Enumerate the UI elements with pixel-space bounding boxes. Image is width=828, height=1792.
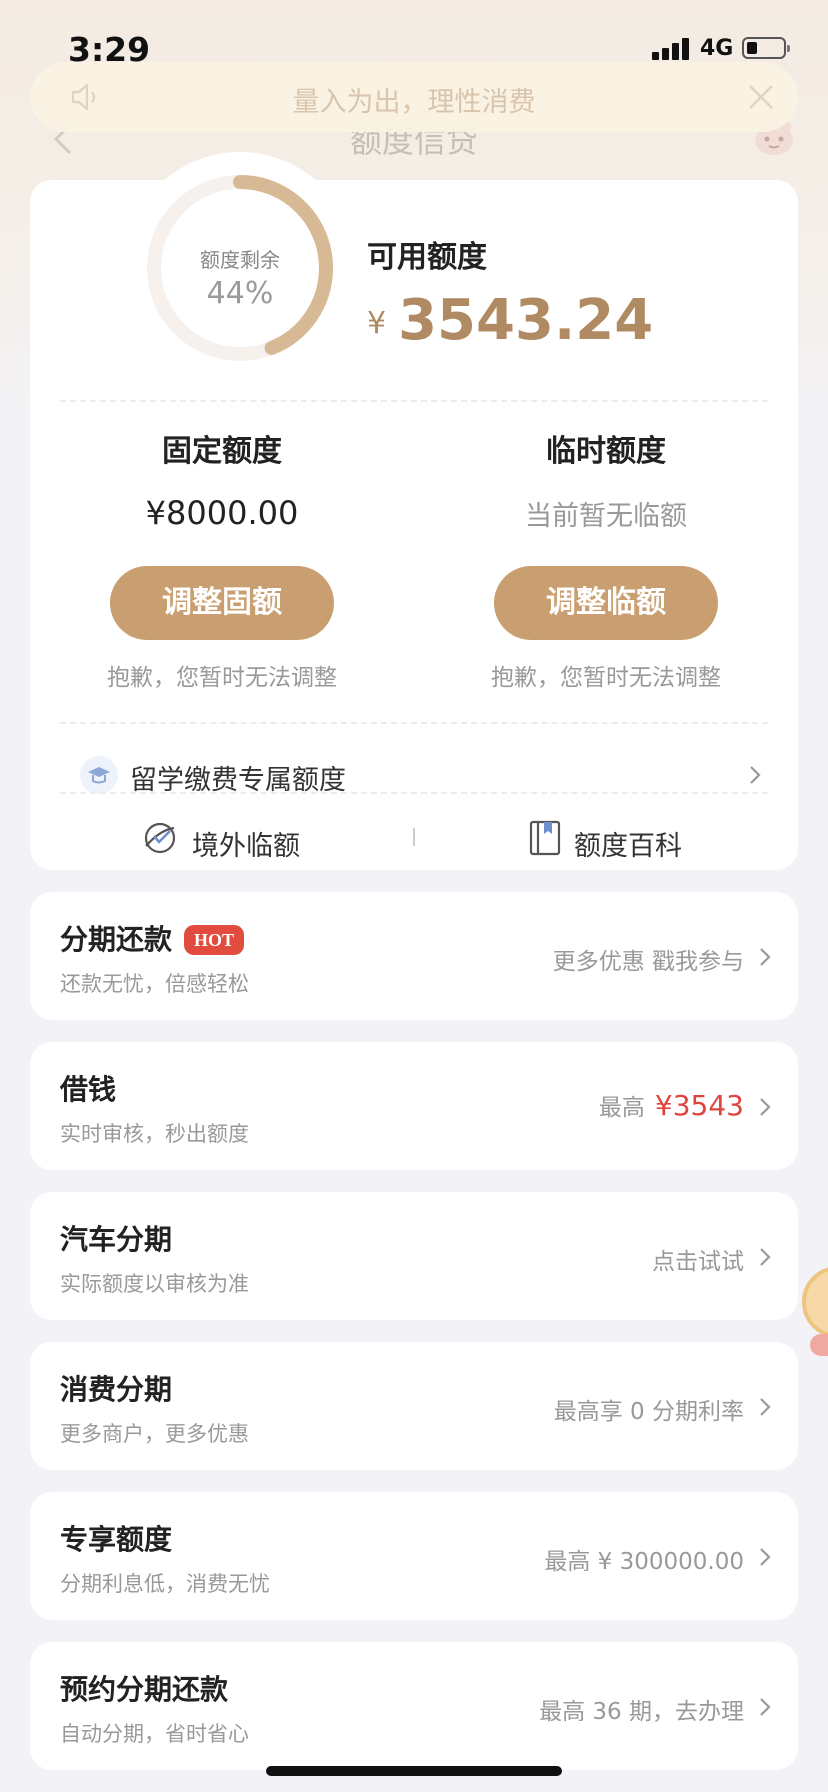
borrow-money-card[interactable]: 借钱 实时审核，秒出额度 最高 ¥3543 bbox=[30, 1042, 798, 1170]
installment-repayment-card[interactable]: 分期还款 HOT 还款无忧，倍感轻松 更多优惠 戳我参与 bbox=[30, 892, 798, 1020]
fixed-quota-title: 固定额度 bbox=[162, 434, 282, 469]
item-title: 预约分期还款 bbox=[60, 1673, 229, 1706]
gauge-percent: 44% bbox=[206, 276, 274, 311]
chevron-right-icon bbox=[750, 766, 761, 784]
item-title: 消费分期 bbox=[60, 1373, 173, 1406]
overseas-temp-quota-link[interactable]: 境外临额 bbox=[142, 820, 312, 862]
consumer-installment-card[interactable]: 消费分期 更多商户，更多优惠 最高享 0 分期利率 bbox=[30, 1342, 798, 1470]
chevron-right-icon bbox=[760, 1548, 771, 1566]
quota-wiki-link[interactable]: 额度百科 bbox=[528, 820, 698, 862]
quota-card: 额度剩余 44% 可用额度 ¥3543.24 固定额度 ¥8000.00 调整固… bbox=[30, 152, 798, 870]
close-icon[interactable] bbox=[746, 82, 776, 112]
signal-icon bbox=[652, 36, 692, 60]
item-right-text: 最高 ¥3543 bbox=[598, 1089, 744, 1122]
hot-badge: HOT bbox=[184, 925, 245, 955]
chevron-right-icon bbox=[760, 1098, 771, 1116]
temp-quota-title: 临时额度 bbox=[546, 434, 666, 469]
chevron-right-icon bbox=[760, 1248, 771, 1266]
item-subtitle: 自动分期，省时省心 bbox=[60, 1722, 249, 1746]
chevron-right-icon bbox=[760, 948, 771, 966]
item-right-text: 最高 36 期，去办理 bbox=[539, 1699, 744, 1725]
divider bbox=[60, 400, 768, 402]
temp-quota-note: 抱歉，您暂时无法调整 bbox=[491, 665, 721, 691]
notice-text: 量入为出，理性消费 bbox=[292, 87, 536, 118]
item-right-text: 点击试试 bbox=[652, 1249, 744, 1275]
floating-promo-icon[interactable] bbox=[800, 1250, 828, 1360]
item-title: 分期还款 HOT bbox=[60, 918, 245, 958]
fixed-quota-note: 抱歉，您暂时无法调整 bbox=[107, 665, 337, 691]
exclusive-quota-card[interactable]: 专享额度 分期利息低，消费无忧 最高 ¥ 300000.00 bbox=[30, 1492, 798, 1620]
quick-links: 境外临额 额度百科 bbox=[30, 808, 798, 870]
available-amount-value: 3543.24 bbox=[398, 288, 654, 353]
temp-quota-section: 临时额度 当前暂无临额 调整临额 抱歉，您暂时无法调整 bbox=[414, 426, 798, 692]
study-abroad-quota-row[interactable]: 留学缴费专属额度 bbox=[30, 740, 798, 810]
adjust-temp-button[interactable]: 调整临额 bbox=[494, 566, 718, 640]
item-subtitle: 更多商户，更多优惠 bbox=[60, 1422, 249, 1446]
battery-icon bbox=[742, 37, 790, 59]
link-separator bbox=[413, 828, 415, 846]
currency-symbol: ¥ bbox=[367, 306, 387, 341]
notice-banner: 量入为出，理性消费 bbox=[30, 62, 798, 132]
divider bbox=[60, 792, 768, 794]
item-subtitle: 还款无忧，倍感轻松 bbox=[60, 972, 249, 996]
scheduled-installment-card[interactable]: 预约分期还款 自动分期，省时省心 最高 36 期，去办理 bbox=[30, 1642, 798, 1770]
home-indicator bbox=[266, 1766, 562, 1776]
item-title: 借钱 bbox=[60, 1073, 117, 1106]
temp-quota-value: 当前暂无临额 bbox=[525, 501, 687, 532]
fixed-quota-value: ¥8000.00 bbox=[145, 494, 299, 532]
item-subtitle: 分期利息低，消费无忧 bbox=[60, 1572, 270, 1596]
fixed-quota-section: 固定额度 ¥8000.00 调整固额 抱歉，您暂时无法调整 bbox=[30, 426, 414, 692]
max-amount: ¥3543 bbox=[654, 1089, 744, 1122]
item-right-text: 最高享 0 分期利率 bbox=[553, 1399, 744, 1425]
graduation-cap-icon bbox=[80, 756, 118, 794]
item-subtitle: 实际额度以审核为准 bbox=[60, 1272, 249, 1296]
chevron-right-icon bbox=[760, 1398, 771, 1416]
network-type: 4G bbox=[700, 36, 734, 61]
item-subtitle: 实时审核，秒出额度 bbox=[60, 1122, 249, 1146]
item-title: 专享额度 bbox=[60, 1523, 173, 1556]
available-label: 可用额度 bbox=[367, 240, 487, 275]
item-title: 汽车分期 bbox=[60, 1223, 173, 1256]
divider bbox=[60, 722, 768, 724]
quota-wiki-label: 额度百科 bbox=[574, 831, 682, 862]
car-installment-card[interactable]: 汽车分期 实际额度以审核为准 点击试试 bbox=[30, 1192, 798, 1320]
gauge-label: 额度剩余 bbox=[200, 248, 280, 272]
quota-gauge: 额度剩余 44% bbox=[124, 152, 356, 384]
item-right-text: 更多优惠 戳我参与 bbox=[552, 949, 744, 975]
item-right-text: 最高 ¥ 300000.00 bbox=[544, 1549, 744, 1575]
available-amount: ¥3543.24 bbox=[367, 288, 653, 353]
book-icon bbox=[529, 820, 561, 856]
chevron-right-icon bbox=[760, 1698, 771, 1716]
overseas-icon bbox=[144, 822, 176, 854]
overseas-temp-quota-label: 境外临额 bbox=[192, 831, 300, 862]
adjust-fixed-button[interactable]: 调整固额 bbox=[110, 566, 334, 640]
